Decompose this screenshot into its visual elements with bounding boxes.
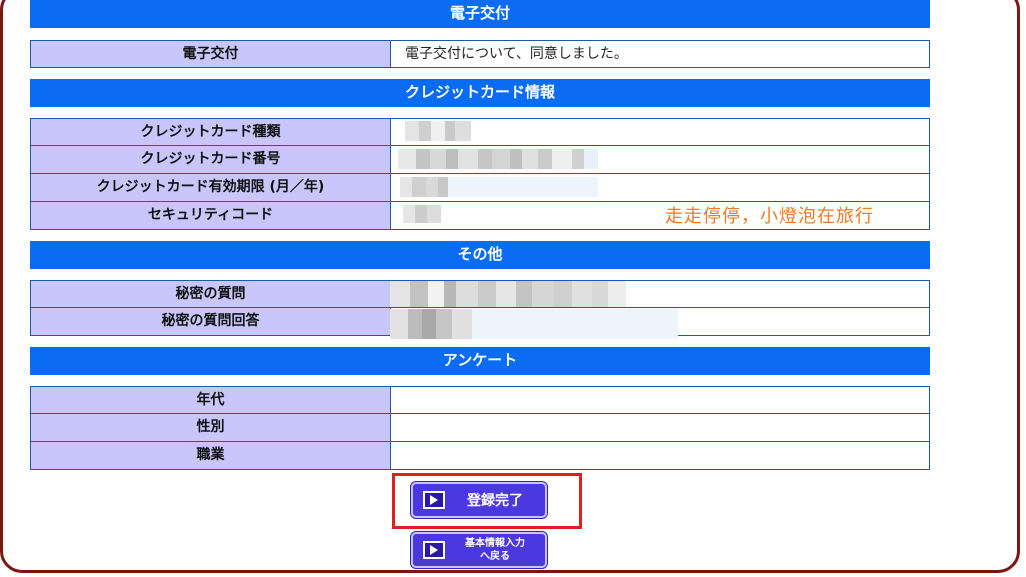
redacted-card-expiry [400, 177, 598, 197]
row-value [390, 386, 930, 414]
row-label: 秘密の質問回答 [30, 308, 390, 336]
section-header-survey: アンケート [30, 347, 930, 375]
redacted-secret-answer [390, 309, 678, 339]
row-label: クレジットカード有効期限 (月／年) [30, 174, 390, 202]
row-label: クレジットカード種類 [30, 118, 390, 146]
row-value [390, 442, 930, 470]
redacted-card-number [398, 149, 598, 169]
back-label-line2: へ戻る [480, 551, 510, 562]
row-label: クレジットカード番号 [30, 146, 390, 174]
row-label: セキュリティコード [30, 202, 390, 230]
play-icon [423, 541, 445, 559]
row-label: 年代 [30, 386, 390, 414]
row-value: 電子交付について、同意しました。 [390, 40, 930, 68]
back-label-line1: 基本情報入力 [465, 538, 525, 549]
register-complete-button[interactable]: 登録完了 [410, 481, 548, 519]
watermark-text: 走走停停，小燈泡在旅行 [665, 206, 874, 227]
row-card-type: クレジットカード種類 [30, 118, 930, 146]
row-label: 性別 [30, 414, 390, 442]
row-label: 職業 [30, 442, 390, 470]
redacted-security-code [403, 205, 441, 223]
section-header-electronic-delivery: 電子交付 [30, 0, 930, 28]
row-age: 年代 [30, 386, 930, 414]
row-electronic-delivery: 電子交付 電子交付について、同意しました。 [30, 40, 930, 68]
register-complete-label: 登録完了 [467, 493, 523, 509]
row-value [390, 118, 930, 146]
play-icon [423, 491, 445, 509]
row-label: 秘密の質問 [30, 280, 390, 308]
redacted-card-type [405, 121, 471, 141]
section-header-other: その他 [30, 241, 930, 269]
back-to-basic-info-button[interactable]: 基本情報入力 へ戻る [410, 531, 548, 569]
redacted-secret-question [390, 281, 626, 307]
row-value [390, 414, 930, 442]
section-header-credit-card: クレジットカード情報 [30, 79, 930, 107]
back-to-basic-info-label: 基本情報入力 へ戻る [445, 537, 545, 563]
row-label: 電子交付 [30, 40, 390, 68]
row-occupation: 職業 [30, 442, 930, 470]
row-gender: 性別 [30, 414, 930, 442]
